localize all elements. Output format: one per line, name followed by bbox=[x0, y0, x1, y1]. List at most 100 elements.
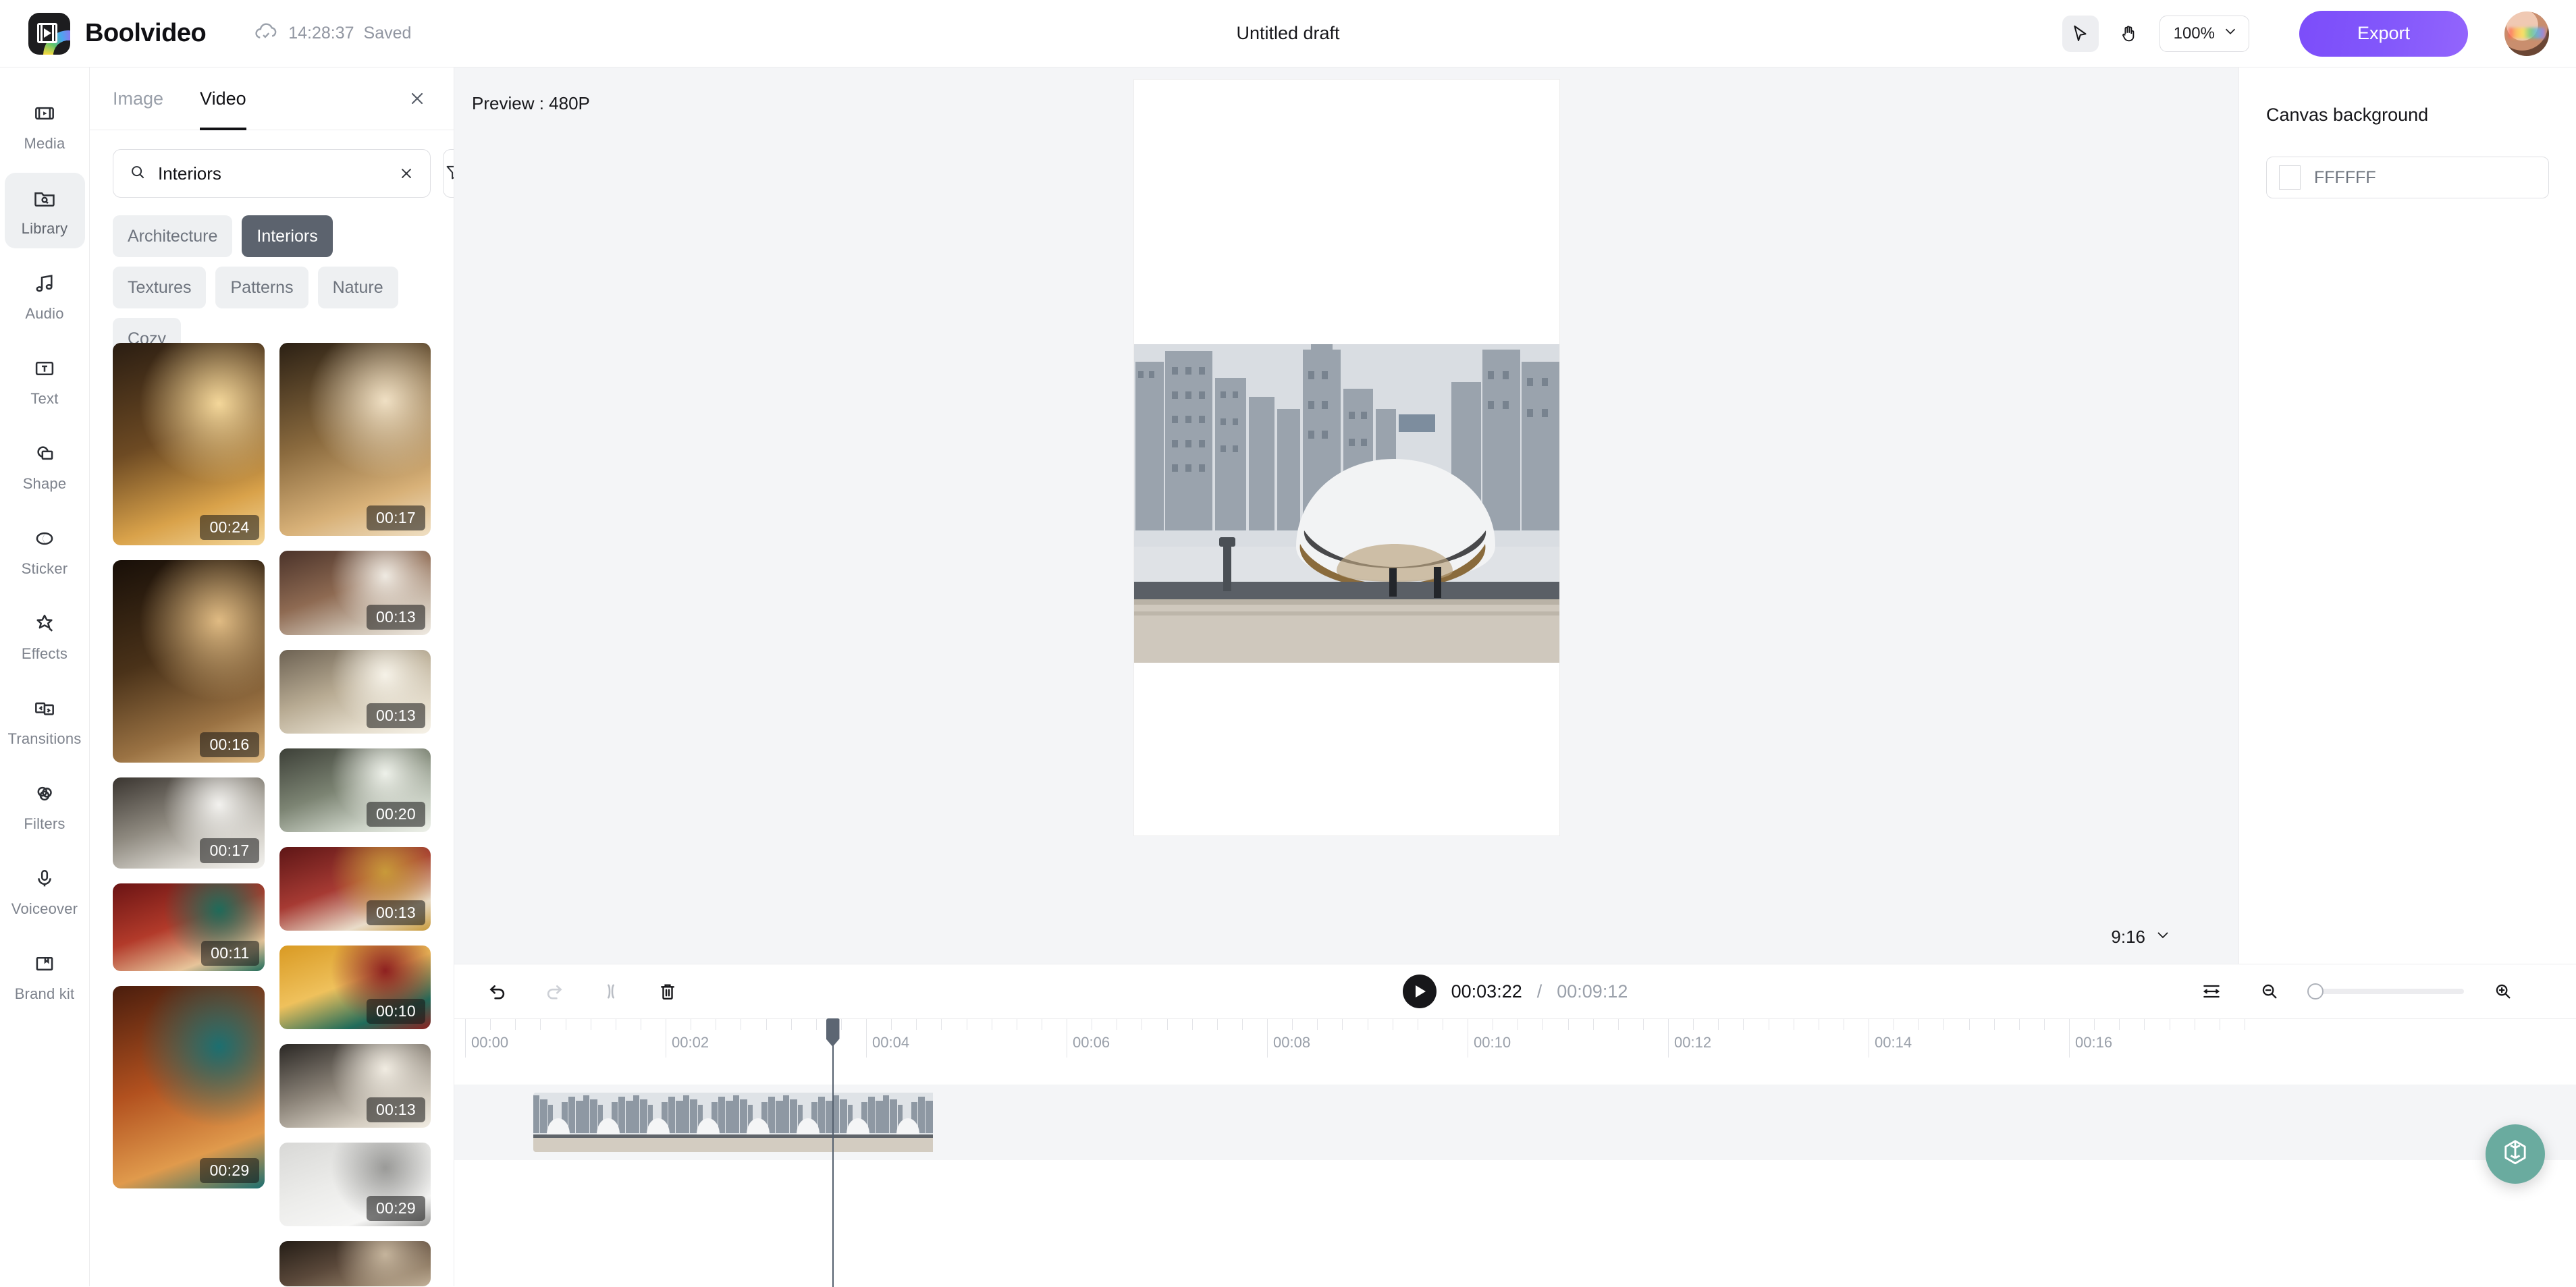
user-avatar[interactable] bbox=[2504, 11, 2549, 56]
library-video-thumbnail[interactable]: 00:24 bbox=[113, 343, 265, 545]
chip-patterns[interactable]: Patterns bbox=[215, 267, 308, 308]
select-tool-button[interactable] bbox=[2062, 16, 2099, 52]
aspect-ratio-select[interactable]: 9:16 bbox=[2111, 927, 2171, 948]
timeline-clip[interactable] bbox=[533, 1093, 1013, 1152]
hand-tool-button[interactable] bbox=[2111, 16, 2147, 52]
library-video-thumbnail[interactable]: 00:17 bbox=[279, 343, 431, 536]
ruler-tick-minor bbox=[1167, 1019, 1168, 1030]
library-video-thumbnail[interactable]: 00:11 bbox=[113, 883, 265, 971]
sidebar-item-library[interactable]: Library bbox=[5, 173, 85, 248]
ruler-tick-minor bbox=[2094, 1019, 2095, 1030]
library-video-thumbnail[interactable]: 00:10 bbox=[279, 946, 431, 1029]
chip-textures[interactable]: Textures bbox=[113, 267, 206, 308]
library-video-thumbnail[interactable]: 00:16 bbox=[113, 560, 265, 763]
library-video-thumbnail[interactable]: 00:29 bbox=[113, 986, 265, 1188]
library-video-thumbnail[interactable]: 00:20 bbox=[279, 748, 431, 832]
ruler-tick-minor bbox=[490, 1019, 491, 1030]
play-button[interactable] bbox=[1403, 975, 1437, 1008]
search-box[interactable] bbox=[113, 149, 431, 198]
ruler-tick-minor bbox=[1969, 1019, 1970, 1030]
export-button[interactable]: Export bbox=[2299, 11, 2468, 57]
library-video-thumbnail[interactable]: 00:13 bbox=[279, 1044, 431, 1128]
ruler-label: 00:10 bbox=[1468, 1034, 1511, 1051]
library-video-thumbnail[interactable]: 00:13 bbox=[279, 847, 431, 931]
voiceover-icon bbox=[30, 864, 59, 894]
color-hex-value: FFFFFF bbox=[2314, 168, 2376, 188]
library-video-thumbnail[interactable]: 00:29 bbox=[279, 1143, 431, 1226]
sidebar-item-effects[interactable]: Effects bbox=[5, 598, 85, 674]
thumbnail-duration: 00:10 bbox=[367, 999, 425, 1024]
library-video-thumbnail[interactable]: 00:17 bbox=[113, 777, 265, 869]
sidebar-item-label: Brand kit bbox=[15, 985, 75, 1003]
filter-button[interactable] bbox=[443, 149, 454, 198]
clip-frame bbox=[533, 1093, 583, 1152]
library-panel: Image Video bbox=[90, 67, 454, 1286]
save-status: 14:28:37 Saved bbox=[253, 19, 411, 48]
clip-frame bbox=[683, 1093, 733, 1152]
ruler-label: 00:04 bbox=[866, 1034, 909, 1051]
playback-controls: 00:03:22 / 00:09:12 bbox=[454, 975, 2576, 1008]
results-grid: 00:2400:1600:1700:1100:29 00:1700:1300:1… bbox=[90, 343, 454, 1286]
search-row bbox=[90, 130, 454, 198]
ruler-tick-minor bbox=[1994, 1019, 1995, 1030]
chip-nature[interactable]: Nature bbox=[318, 267, 398, 308]
panel-tabs: Image Video bbox=[90, 67, 454, 130]
transitions-icon bbox=[30, 694, 59, 723]
canvas-background-color-field[interactable]: FFFFFF bbox=[2266, 157, 2549, 198]
filter-icon bbox=[444, 162, 454, 186]
ruler-tick-minor bbox=[2144, 1019, 2145, 1030]
thumbnail-duration: 00:13 bbox=[367, 1097, 425, 1122]
ruler-tick-minor bbox=[1718, 1019, 1719, 1030]
effects-icon bbox=[30, 609, 59, 638]
sidebar-item-media[interactable]: Media bbox=[5, 88, 85, 163]
ruler-tick-minor bbox=[1342, 1019, 1343, 1030]
ruler-tick-minor bbox=[941, 1019, 942, 1030]
sidebar-item-voiceover[interactable]: Voiceover bbox=[5, 853, 85, 929]
assistant-fab-button[interactable] bbox=[2486, 1124, 2545, 1184]
ruler-tick-minor bbox=[540, 1019, 541, 1030]
close-icon[interactable] bbox=[404, 85, 431, 112]
sidebar-item-transitions[interactable]: Transitions bbox=[5, 683, 85, 759]
ruler-tick-minor bbox=[2044, 1019, 2045, 1030]
cube-icon bbox=[2500, 1137, 2531, 1172]
ruler-tick-minor bbox=[1192, 1019, 1193, 1030]
ruler-tick-minor bbox=[1693, 1019, 1694, 1030]
time-separator: / bbox=[1537, 981, 1542, 1002]
sidebar-item-brand-kit[interactable]: Brand kit bbox=[5, 938, 85, 1014]
library-video-thumbnail[interactable] bbox=[279, 1241, 431, 1286]
library-video-thumbnail[interactable]: 00:13 bbox=[279, 551, 431, 634]
ruler-tick-minor bbox=[1217, 1019, 1218, 1030]
tab-image[interactable]: Image bbox=[113, 67, 163, 130]
sidebar-item-filters[interactable]: Filters bbox=[5, 768, 85, 844]
results-column-left: 00:24 00:16 00:17 00:11 00:29 bbox=[113, 343, 265, 1286]
canvas-media-cloud-gate[interactable] bbox=[1134, 344, 1559, 663]
cloud-check-icon bbox=[253, 19, 279, 48]
sidebar-item-shape[interactable]: Shape bbox=[5, 428, 85, 503]
tab-video[interactable]: Video bbox=[200, 67, 246, 130]
chip-interiors[interactable]: Interiors bbox=[242, 215, 332, 257]
ruler-tick-minor bbox=[891, 1019, 892, 1030]
library-video-thumbnail[interactable]: 00:13 bbox=[279, 650, 431, 734]
thumbnail-duration: 00:13 bbox=[367, 605, 425, 630]
inspector-panel: Canvas background FFFFFF bbox=[2238, 67, 2576, 964]
clip-frame bbox=[633, 1093, 683, 1152]
video-canvas[interactable] bbox=[1134, 80, 1559, 836]
sidebar-item-text[interactable]: Text bbox=[5, 343, 85, 418]
chip-architecture[interactable]: Architecture bbox=[113, 215, 232, 257]
color-swatch[interactable] bbox=[2279, 165, 2301, 190]
timeline-ruler[interactable]: 00:0000:0200:0400:0600:0800:1000:1200:14… bbox=[454, 1018, 2576, 1058]
sidebar-item-sticker[interactable]: Sticker bbox=[5, 513, 85, 588]
ruler-label: 00:12 bbox=[1668, 1034, 1711, 1051]
search-icon bbox=[128, 163, 147, 185]
search-input[interactable] bbox=[158, 163, 384, 184]
sidebar-item-audio[interactable]: Audio bbox=[5, 258, 85, 333]
ruler-tick-minor bbox=[791, 1019, 792, 1030]
timeline-zoom-slider[interactable] bbox=[2309, 989, 2464, 994]
zoom-level-select[interactable]: 100% bbox=[2159, 16, 2249, 52]
clear-search-icon[interactable] bbox=[395, 162, 418, 185]
zoom-slider-handle[interactable] bbox=[2307, 983, 2324, 1000]
sidebar-item-label: Voiceover bbox=[11, 900, 78, 918]
thumbnail-duration: 00:24 bbox=[200, 515, 259, 540]
sticker-icon bbox=[30, 524, 59, 553]
ruler-tick-minor bbox=[1542, 1019, 1543, 1030]
